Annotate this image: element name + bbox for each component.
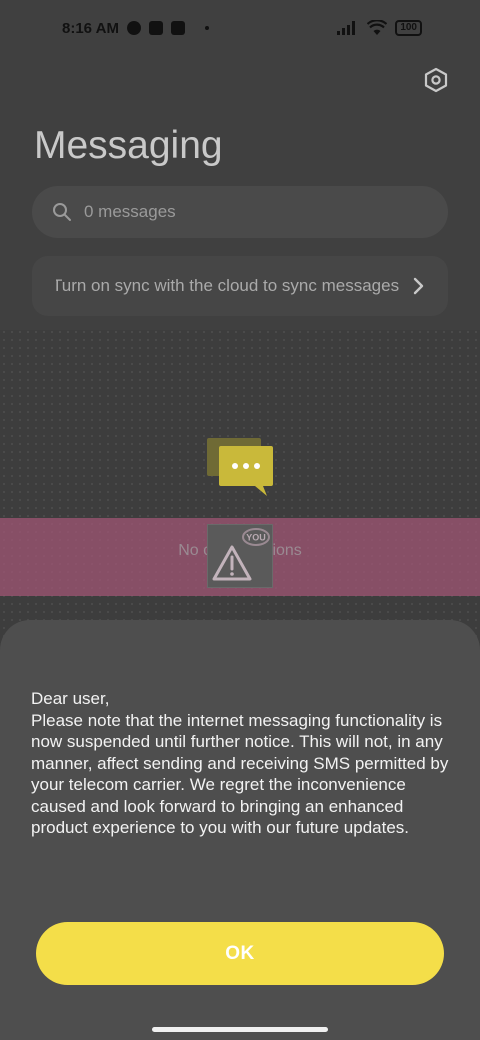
square-icon — [148, 21, 163, 35]
page-title: Messaging — [34, 124, 223, 167]
settings-button[interactable] — [422, 66, 450, 94]
status-left: 8:16 AM — [62, 20, 209, 37]
status-time: 8:16 AM — [62, 19, 119, 37]
battery-icon: 100 — [395, 20, 422, 36]
sync-banner-text: Turn on sync with the cloud to sync mess… — [56, 276, 400, 295]
search-text: 0 messages — [84, 202, 176, 221]
messaging-screen: 8:16 AM 100 Messaging 0 messages Turn on… — [0, 0, 480, 1040]
sync-banner[interactable]: Turn on sync with the cloud to sync mess… — [32, 256, 448, 316]
chevron-right-icon — [400, 277, 424, 295]
sticker-label: YOU — [246, 533, 266, 543]
sync-icon — [126, 21, 141, 35]
search-icon — [53, 203, 71, 221]
wifi-icon — [367, 20, 388, 35]
status-right: 100 — [337, 20, 422, 36]
warning-sticker-icon: YOU — [207, 524, 273, 588]
status-bar: 8:16 AM 100 — [0, 0, 480, 56]
upload-icon — [170, 21, 185, 35]
settings-hexagon-icon — [424, 67, 448, 93]
dot-icon — [204, 26, 209, 30]
ok-button[interactable]: OK — [36, 922, 444, 985]
search-bar[interactable]: 0 messages — [32, 186, 448, 238]
chat-bubbles-icon — [207, 438, 273, 496]
home-indicator[interactable] — [152, 1027, 328, 1032]
signal-icon — [337, 21, 356, 35]
notice-message: Dear user, Please note that the internet… — [31, 689, 449, 837]
